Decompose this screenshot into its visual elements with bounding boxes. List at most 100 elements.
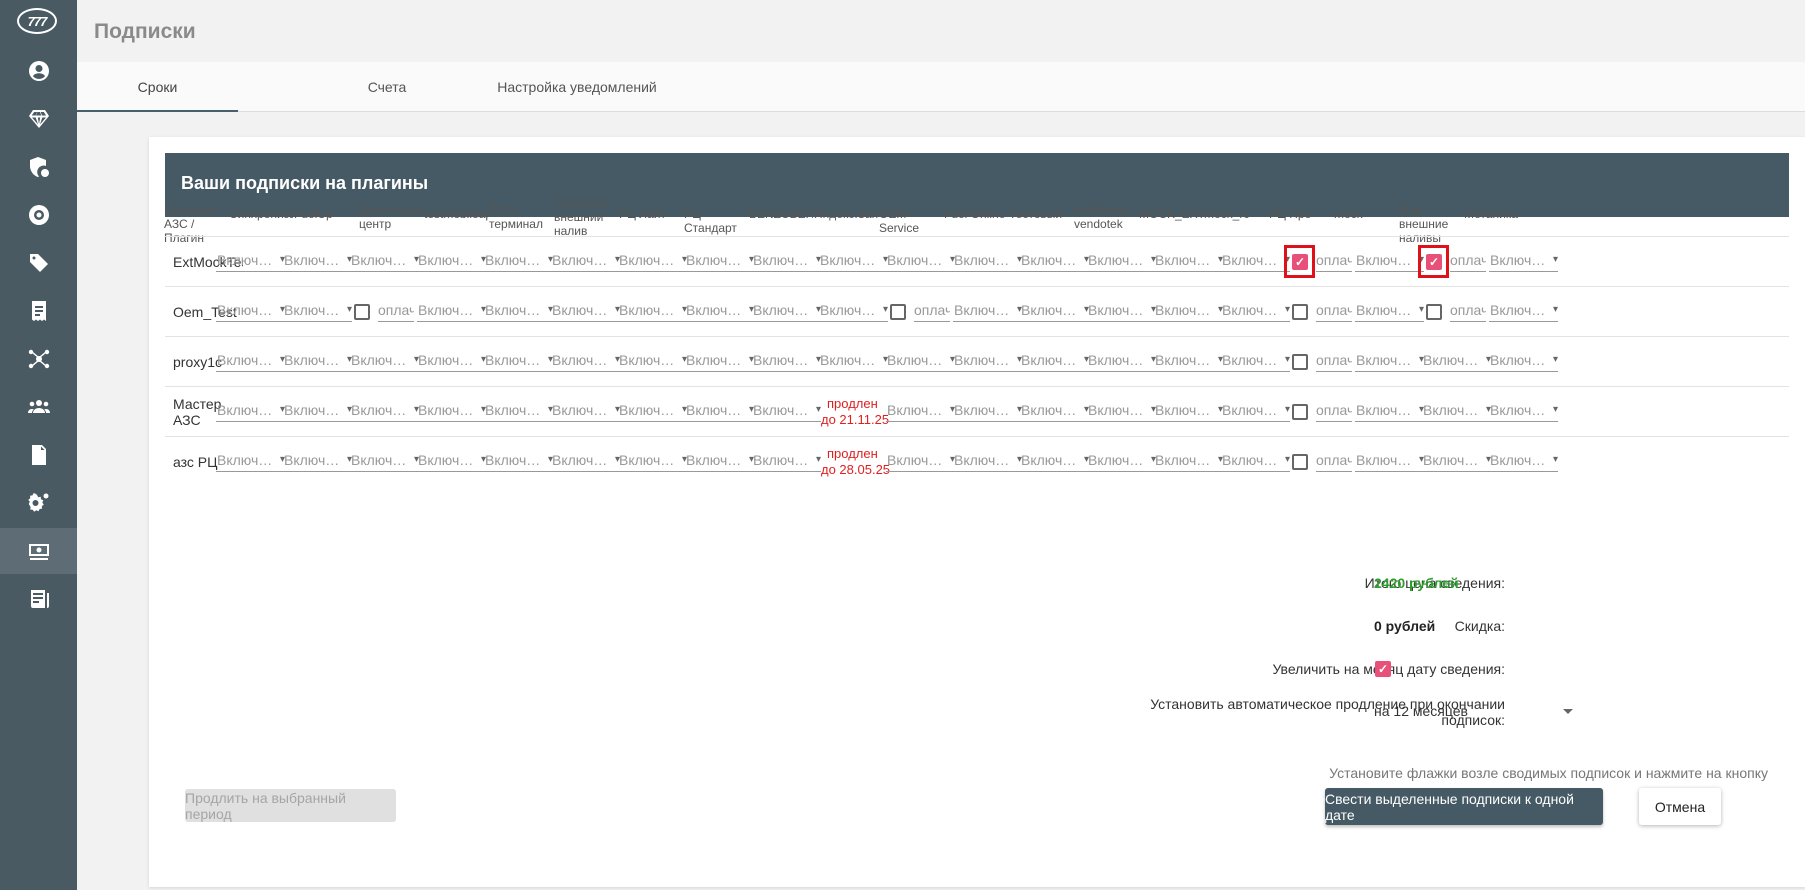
plugin-select[interactable]: Включить ▾ — [1355, 450, 1424, 472]
plugin-select[interactable]: Включить ▾ — [819, 350, 888, 372]
plugin-select[interactable]: Включить ▾ — [752, 350, 821, 372]
plugin-select[interactable]: Включить ▾ — [551, 250, 620, 272]
plugin-select[interactable]: Включить ▾ — [484, 450, 553, 472]
cancel-button[interactable]: Отмена — [1639, 788, 1721, 825]
plugin-select[interactable]: Включить ▾ — [618, 250, 687, 272]
plugin-select[interactable]: Включить ▾ — [1422, 350, 1491, 372]
plugin-select[interactable]: Включить ▾ — [417, 300, 486, 322]
plugin-select[interactable]: Включить ▾ — [1087, 300, 1156, 322]
paid-field[interactable]: оплачено — [1316, 450, 1352, 472]
network-icon[interactable] — [0, 336, 77, 382]
plugin-select[interactable]: Включить ▾ — [618, 350, 687, 372]
plugin-select[interactable]: Включить ▾ — [1489, 350, 1558, 372]
plugin-select[interactable]: Включить ▾ — [953, 300, 1022, 322]
plugin-select[interactable]: Включить ▾ — [551, 300, 620, 322]
document-fuel-icon[interactable] — [0, 432, 77, 478]
plugin-select[interactable]: Включить ▾ — [953, 400, 1022, 422]
plugin-select[interactable]: Включить ▾ — [1221, 350, 1290, 372]
merge-subscriptions-button[interactable]: Свести выделенные подписки к одной дате — [1325, 788, 1603, 825]
shield-gear-icon[interactable] — [0, 144, 77, 190]
settings-gears-icon[interactable] — [0, 480, 77, 526]
plugin-select[interactable]: Включить ▾ — [685, 450, 754, 472]
plugin-select[interactable]: Включить ▾ — [417, 450, 486, 472]
plugin-select[interactable]: Включить ▾ — [1221, 450, 1290, 472]
plugin-select[interactable]: Включить ▾ — [283, 400, 352, 422]
plugin-select[interactable]: Включить ▾ — [1489, 450, 1558, 472]
plugin-select[interactable]: Включить ▾ — [283, 300, 352, 322]
plugin-select[interactable]: Включить ▾ — [1020, 350, 1089, 372]
plugin-select[interactable]: Включить ▾ — [886, 350, 955, 372]
plugin-select[interactable]: Включить ▾ — [417, 350, 486, 372]
users-group-icon[interactable] — [0, 384, 77, 430]
plugin-select[interactable]: Включить ▾ — [685, 250, 754, 272]
lifebuoy-icon[interactable] — [0, 192, 77, 238]
merge-checkbox[interactable] — [1292, 304, 1308, 320]
plugin-select[interactable]: Включить ▾ — [551, 400, 620, 422]
plugin-select[interactable]: Включить ▾ — [1422, 400, 1491, 422]
plugin-select[interactable]: Включить ▾ — [1020, 300, 1089, 322]
receipt-icon[interactable] — [0, 288, 77, 334]
paid-field[interactable]: оплачено — [1450, 250, 1486, 272]
plugin-select[interactable]: Включить ▾ — [1087, 450, 1156, 472]
subscription-money-icon[interactable] — [0, 528, 77, 574]
merge-checkbox[interactable] — [1292, 454, 1308, 470]
plugin-select[interactable]: Включить ▾ — [685, 350, 754, 372]
plugin-select[interactable]: Включить ▾ — [283, 350, 352, 372]
plugin-select[interactable]: Включить ▾ — [1489, 250, 1558, 272]
plugin-select[interactable]: Включить ▾ — [216, 400, 285, 422]
tab-notification-settings[interactable]: Настройка уведомлений — [407, 62, 747, 112]
plugin-select[interactable]: Включить ▾ — [216, 450, 285, 472]
tags-icon[interactable] — [0, 240, 77, 286]
plugin-select[interactable]: Включить ▾ — [1154, 400, 1223, 422]
plugin-select[interactable]: Включить ▾ — [350, 250, 419, 272]
plugin-select[interactable]: Включить ▾ — [1154, 350, 1223, 372]
plugin-select[interactable]: Включить ▾ — [1020, 400, 1089, 422]
plugin-select[interactable]: Включить ▾ — [1087, 250, 1156, 272]
plugin-select[interactable]: Включить ▾ — [886, 450, 955, 472]
plugin-select[interactable]: Включить ▾ — [216, 350, 285, 372]
plugin-select[interactable]: Включить ▾ — [1489, 400, 1558, 422]
plugin-select[interactable]: Включить ▾ — [953, 250, 1022, 272]
plugin-select[interactable]: Включить ▾ — [216, 300, 285, 322]
plugin-select[interactable]: Включить ▾ — [1355, 300, 1424, 322]
merge-checkbox[interactable] — [354, 304, 370, 320]
paid-field[interactable]: оплачено — [1316, 300, 1352, 322]
plugin-select[interactable]: Включить ▾ — [819, 250, 888, 272]
plugin-select[interactable]: Включить ▾ — [283, 450, 352, 472]
extend-month-checkbox[interactable]: ✓ — [1375, 661, 1391, 677]
plugin-select[interactable]: Включить ▾ — [484, 300, 553, 322]
plugin-select[interactable]: Включить ▾ — [752, 300, 821, 322]
plugin-select[interactable]: Включить ▾ — [886, 400, 955, 422]
merge-checkbox[interactable] — [1292, 354, 1308, 370]
plugin-select[interactable]: Включить ▾ — [685, 400, 754, 422]
paid-field[interactable]: оплачено — [378, 300, 414, 322]
plugin-select[interactable]: Включить ▾ — [1221, 300, 1290, 322]
plugin-select[interactable]: Включить ▾ — [1154, 300, 1223, 322]
extend-period-button[interactable]: Продлить на выбранный период — [185, 789, 396, 822]
plugin-select[interactable]: Включить ▾ — [1020, 450, 1089, 472]
plugin-select[interactable]: Включить ▾ — [216, 250, 285, 272]
plugin-select[interactable]: Включить ▾ — [484, 400, 553, 422]
paid-field[interactable]: оплачено — [914, 300, 950, 322]
plugin-select[interactable]: Включить ▾ — [752, 250, 821, 272]
diamond-icon[interactable] — [0, 96, 77, 142]
paid-field[interactable]: оплачено — [1450, 300, 1486, 322]
plugin-select[interactable]: Включить ▾ — [1489, 300, 1558, 322]
plugin-select[interactable]: Включить ▾ — [417, 400, 486, 422]
plugin-select[interactable]: Включить ▾ — [685, 300, 754, 322]
user-circle-icon[interactable] — [0, 48, 77, 94]
plugin-select[interactable]: Включить ▾ — [752, 450, 821, 472]
plugin-select[interactable]: Включить ▾ — [1355, 350, 1424, 372]
chevron-down-icon[interactable] — [1563, 709, 1573, 714]
auto-renew-select[interactable]: на 12 месяцев — [1374, 703, 1468, 720]
plugin-select[interactable]: Включить ▾ — [618, 450, 687, 472]
plugin-select[interactable]: Включить ▾ — [1355, 250, 1424, 272]
plugin-select[interactable]: Включить ▾ — [953, 450, 1022, 472]
plugin-select[interactable]: Включить ▾ — [618, 400, 687, 422]
plugin-select[interactable]: Включить ▾ — [283, 250, 352, 272]
plugin-select[interactable]: Включить ▾ — [350, 400, 419, 422]
plugin-select[interactable]: Включить ▾ — [618, 300, 687, 322]
plugin-select[interactable]: Включить ▾ — [819, 300, 888, 322]
plugin-select[interactable]: Включить ▾ — [484, 250, 553, 272]
news-list-icon[interactable] — [0, 576, 77, 622]
